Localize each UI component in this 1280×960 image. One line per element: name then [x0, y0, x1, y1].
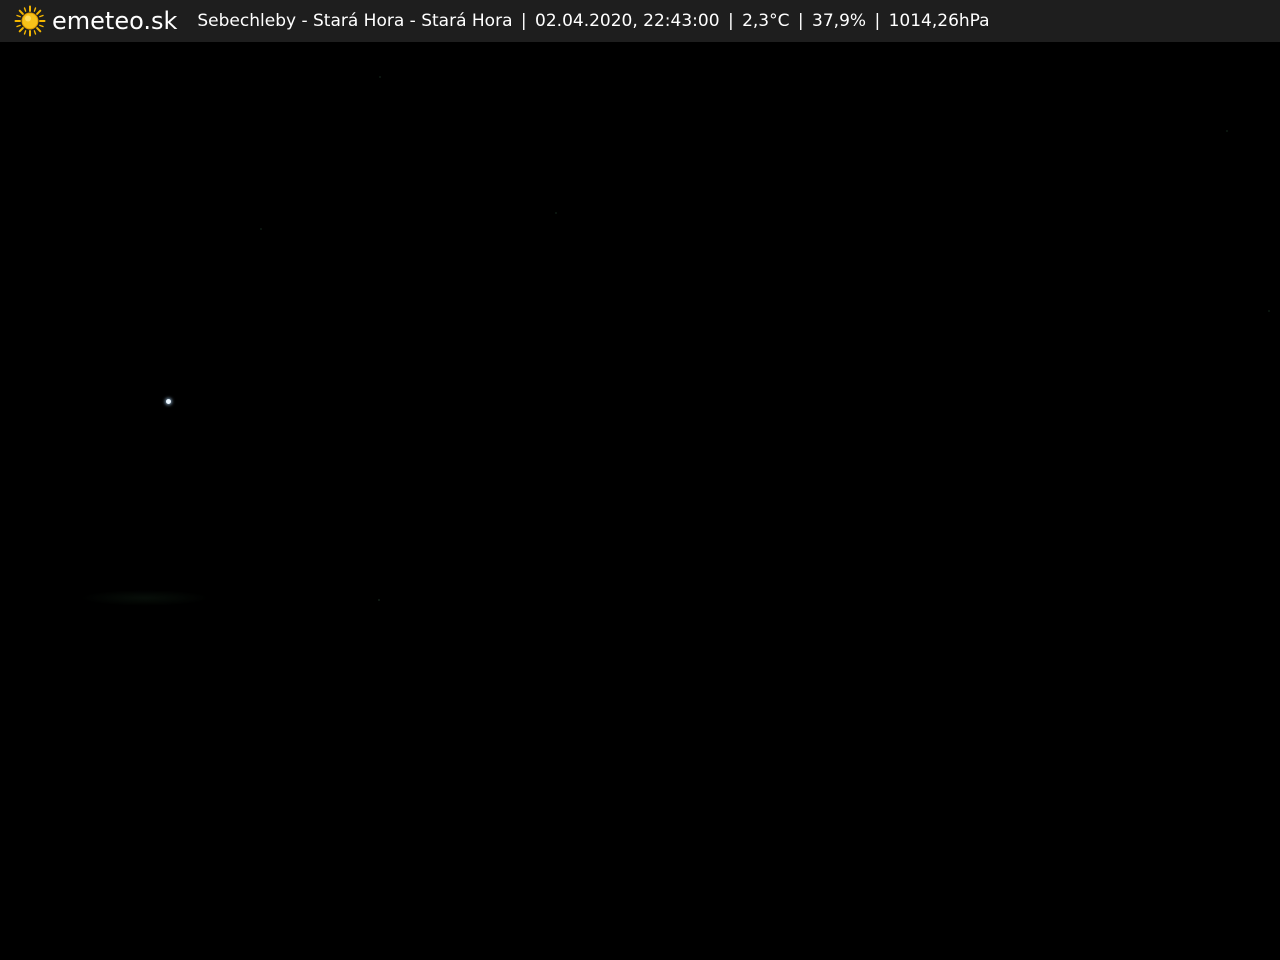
faint-star: [260, 228, 262, 230]
bright-star: [166, 399, 171, 404]
location-name: Sebechleby - Stará Hora - Stará Hora: [197, 11, 513, 31]
webcam-image: [0, 42, 1280, 960]
humidity-value: 37,9%: [812, 11, 867, 31]
logo[interactable]: emeteo.sk: [14, 0, 177, 42]
faint-star: [1268, 310, 1270, 312]
separator: |: [874, 11, 881, 31]
separator: |: [797, 11, 804, 31]
faint-star: [1226, 130, 1228, 132]
pressure-value: 1014,26hPa: [888, 11, 990, 31]
faint-star: [555, 212, 557, 214]
station-info: Sebechleby - Stará Hora - Stará Hora | 0…: [197, 0, 989, 42]
separator: |: [727, 11, 734, 31]
faint-star: [378, 599, 380, 601]
webcam-page: emeteo.sk Sebechleby - Stará Hora - Star…: [0, 0, 1280, 960]
distant-lights: [80, 590, 210, 606]
sun-icon: [14, 5, 46, 37]
faint-star: [379, 76, 381, 78]
temperature-value: 2,3°C: [742, 11, 790, 31]
separator: |: [520, 11, 527, 31]
datetime: 02.04.2020, 22:43:00: [535, 11, 720, 31]
header-bar: emeteo.sk Sebechleby - Stará Hora - Star…: [0, 0, 1280, 42]
brand-name: emeteo.sk: [52, 7, 178, 35]
